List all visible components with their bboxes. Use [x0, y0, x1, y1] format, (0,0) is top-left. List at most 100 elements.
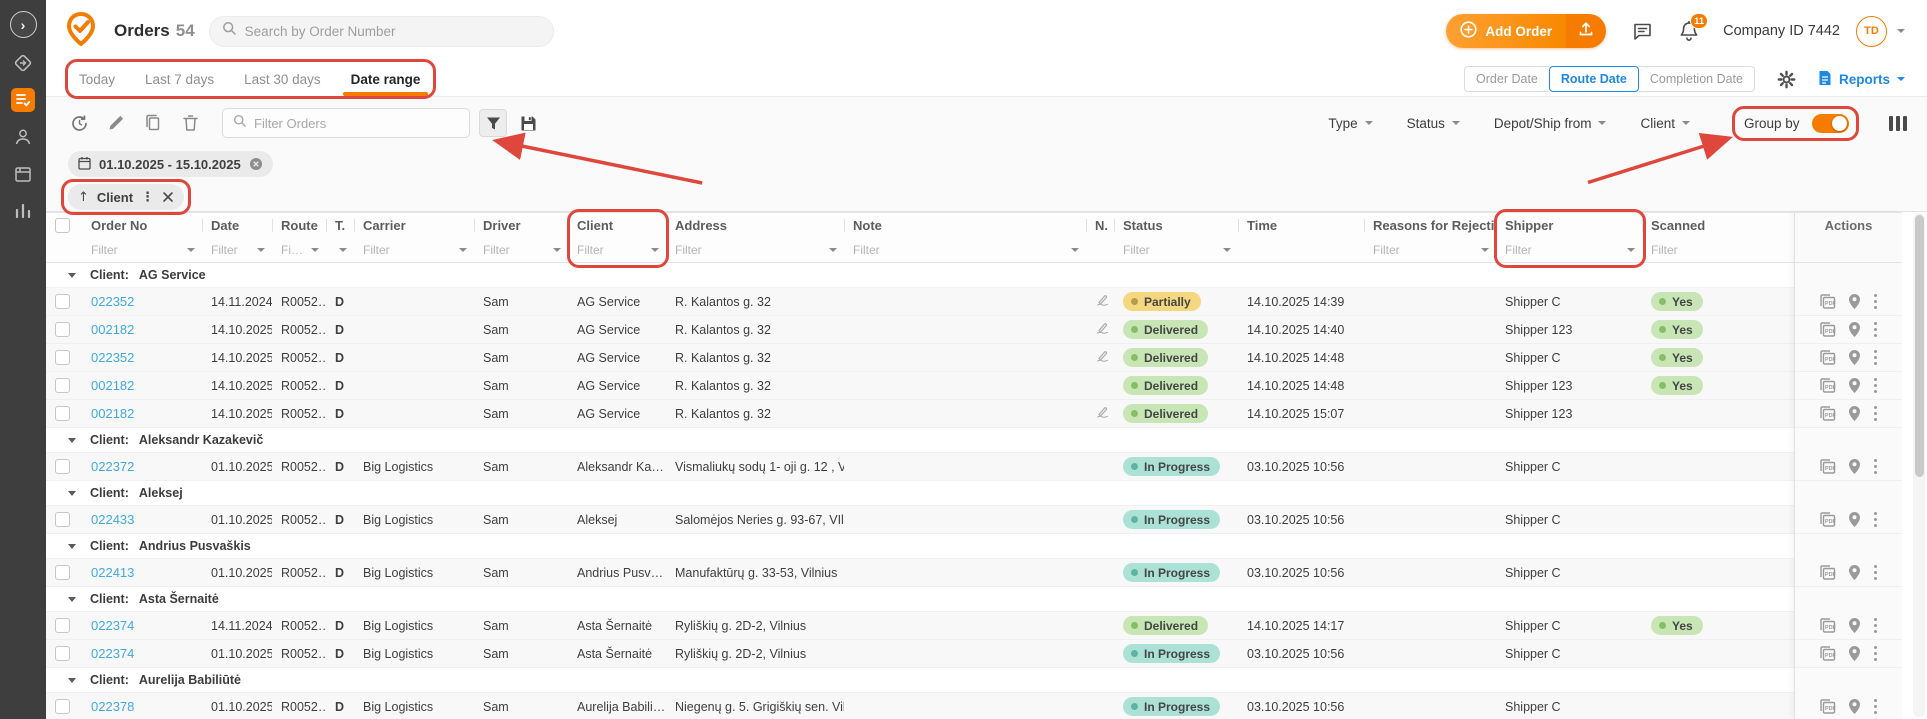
filter-placeholder[interactable]: Filter: [1373, 243, 1400, 257]
filter-caret-icon[interactable]: [1071, 248, 1079, 252]
map-pin-action-button[interactable]: [1848, 293, 1861, 310]
row-menu-button[interactable]: [1872, 292, 1880, 312]
add-order-button[interactable]: Add Order: [1446, 14, 1566, 48]
routes-icon[interactable]: [11, 51, 35, 75]
delete-button[interactable]: [179, 112, 201, 134]
map-pin-action-button[interactable]: [1848, 405, 1861, 422]
import-orders-button[interactable]: [1566, 14, 1606, 48]
filter-placeholder[interactable]: Filter: [1651, 243, 1678, 257]
order-number-link[interactable]: 022352: [91, 350, 134, 365]
select-all-checkbox[interactable]: [55, 218, 70, 233]
row-checkbox[interactable]: [55, 512, 70, 527]
pdf-action-button[interactable]: PDF: [1818, 321, 1837, 338]
pdf-action-button[interactable]: PDF: [1818, 405, 1837, 422]
filter-placeholder[interactable]: Filter: [1123, 243, 1150, 257]
order-number-link[interactable]: 022413: [91, 565, 134, 580]
vertical-scrollbar[interactable]: [1913, 213, 1925, 717]
tab-last-30-days[interactable]: Last 30 days: [244, 62, 321, 96]
filter-funnel-button[interactable]: [479, 109, 507, 137]
remove-group-chip-icon[interactable]: [162, 191, 174, 203]
route-date-option[interactable]: Route Date: [1549, 66, 1639, 92]
reports-button[interactable]: Reports: [1818, 70, 1905, 89]
order-number-link[interactable]: 002182: [91, 322, 134, 337]
filter-caret-icon[interactable]: [257, 248, 265, 252]
tab-last-7-days[interactable]: Last 7 days: [145, 62, 214, 96]
filter-caret-icon[interactable]: [187, 248, 195, 252]
pdf-action-button[interactable]: PDF: [1818, 698, 1837, 715]
order-number-link[interactable]: 022374: [91, 646, 134, 661]
row-menu-button[interactable]: [1872, 697, 1880, 717]
map-pin-action-button[interactable]: [1848, 349, 1861, 366]
filter-caret-icon[interactable]: [829, 248, 837, 252]
orders-icon[interactable]: [11, 88, 35, 112]
order-number-link[interactable]: 002182: [91, 378, 134, 393]
row-menu-button[interactable]: [1872, 348, 1880, 368]
map-pin-action-button[interactable]: [1848, 377, 1861, 394]
row-checkbox[interactable]: [55, 459, 70, 474]
filter-placeholder[interactable]: Fi…: [281, 243, 303, 257]
order-date-option[interactable]: Order Date: [1464, 66, 1549, 92]
order-number-link[interactable]: 022433: [91, 512, 134, 527]
order-number-link[interactable]: 022352: [91, 294, 134, 309]
scrollbar-thumb[interactable]: [1915, 215, 1924, 477]
tab-date-range[interactable]: Date range: [351, 62, 421, 96]
depot-dropdown[interactable]: Depot/Ship from: [1494, 116, 1607, 131]
pdf-action-button[interactable]: PDF: [1818, 564, 1837, 581]
filter-placeholder[interactable]: Filter: [363, 243, 390, 257]
group-collapse-icon[interactable]: [68, 678, 76, 683]
copy-button[interactable]: [142, 112, 164, 134]
filter-placeholder[interactable]: Filter: [577, 243, 604, 257]
group-by-toggle[interactable]: [1812, 114, 1849, 133]
row-checkbox[interactable]: [55, 294, 70, 309]
group-collapse-icon[interactable]: [68, 544, 76, 549]
row-checkbox[interactable]: [55, 618, 70, 633]
order-number-link[interactable]: 002182: [91, 406, 134, 421]
row-checkbox[interactable]: [55, 406, 70, 421]
filter-placeholder[interactable]: Filter: [483, 243, 510, 257]
pdf-action-button[interactable]: PDF: [1818, 617, 1837, 634]
row-menu-button[interactable]: [1872, 404, 1880, 424]
account-menu-caret-icon[interactable]: [1897, 29, 1905, 33]
map-pin-action-button[interactable]: [1848, 617, 1861, 634]
row-menu-button[interactable]: [1872, 320, 1880, 340]
row-checkbox[interactable]: [55, 350, 70, 365]
remove-date-filter-icon[interactable]: [249, 157, 263, 171]
type-dropdown[interactable]: Type: [1328, 116, 1372, 131]
sidebar-expand-button[interactable]: ›: [10, 11, 37, 38]
save-filter-button[interactable]: [515, 110, 541, 136]
filter-caret-icon[interactable]: [339, 248, 347, 252]
order-number-link[interactable]: 022374: [91, 618, 134, 633]
filter-caret-icon[interactable]: [1223, 248, 1231, 252]
filter-placeholder[interactable]: Filter: [1505, 243, 1532, 257]
filter-caret-icon[interactable]: [553, 248, 561, 252]
tab-today[interactable]: Today: [79, 62, 115, 96]
filter-caret-icon[interactable]: [1627, 248, 1635, 252]
map-pin-action-button[interactable]: [1848, 645, 1861, 662]
filter-orders-input[interactable]: [254, 116, 459, 131]
status-dropdown[interactable]: Status: [1407, 116, 1460, 131]
group-collapse-icon[interactable]: [68, 491, 76, 496]
row-menu-button[interactable]: [1872, 644, 1880, 664]
pdf-action-button[interactable]: PDF: [1818, 645, 1837, 662]
sort-ascending-icon[interactable]: ↑: [78, 190, 89, 205]
filter-placeholder[interactable]: Filter: [675, 243, 702, 257]
completion-date-option[interactable]: Completion Date: [1639, 66, 1755, 92]
group-collapse-icon[interactable]: [68, 273, 76, 278]
row-checkbox[interactable]: [55, 378, 70, 393]
order-number-link[interactable]: 022372: [91, 459, 134, 474]
settings-button[interactable]: [1777, 70, 1796, 89]
search-input[interactable]: [245, 24, 541, 39]
pdf-action-button[interactable]: PDF: [1818, 458, 1837, 475]
map-pin-action-button[interactable]: [1848, 458, 1861, 475]
row-menu-button[interactable]: [1872, 563, 1880, 583]
row-checkbox[interactable]: [55, 322, 70, 337]
order-number-link[interactable]: 022378: [91, 699, 134, 714]
filter-caret-icon[interactable]: [311, 248, 319, 252]
group-collapse-icon[interactable]: [68, 597, 76, 602]
client-dropdown[interactable]: Client: [1640, 116, 1690, 131]
map-pin-action-button[interactable]: [1848, 321, 1861, 338]
analytics-icon[interactable]: [11, 199, 35, 223]
group-collapse-icon[interactable]: [68, 438, 76, 443]
filter-placeholder[interactable]: Filter: [211, 243, 238, 257]
row-menu-button[interactable]: [1872, 457, 1880, 477]
